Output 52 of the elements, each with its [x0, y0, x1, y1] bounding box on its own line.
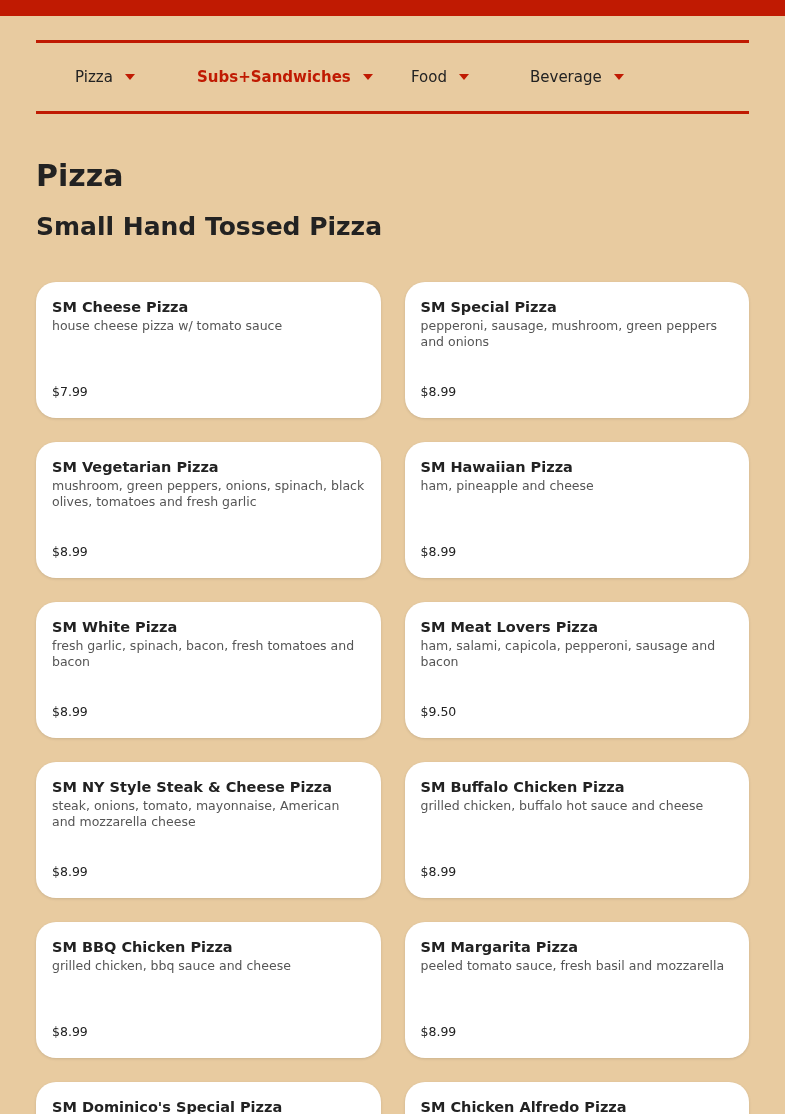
item-description: peeled tomato sauce, fresh basil and mozzarella [420, 958, 726, 974]
nav-tab[interactable]: Pizza [75, 65, 135, 89]
item-price: $9.50 [420, 703, 458, 722]
item-price: $8.99 [420, 863, 458, 882]
menu-item-card[interactable]: SM Special Pizza pepperoni, sausage, mushroom, green peppers and onions $8.99 [404, 282, 749, 418]
menu-item-card[interactable]: SM Margarita Pizza peeled tomato sauce, fresh basil and mozzarella $8.99 [404, 922, 749, 1058]
nav-tab[interactable]: Beverage [530, 65, 624, 89]
menu-item-card[interactable]: SM Vegetarian Pizza mushroom, green peppers, onions, spinach, black olives, tomatoes and fresh garlic $8.99 [36, 442, 381, 578]
menu-item-card[interactable]: SM Meat Lovers Pizza ham, salami, capicola, pepperoni, sausage and bacon $9.50 [404, 602, 749, 738]
caret-icon [459, 74, 469, 80]
item-description: grilled chicken, bbq sauce and cheese [52, 958, 292, 974]
item-price: $8.99 [52, 543, 89, 562]
menu-item-card[interactable]: SM Buffalo Chicken Pizza grilled chicken, buffalo hot sauce and cheese $8.99 [404, 762, 749, 898]
item-price: $7.99 [52, 383, 89, 402]
nav-tab[interactable]: Food [411, 65, 469, 89]
item-name: SM Special Pizza [420, 298, 558, 316]
item-name: SM Cheese Pizza [52, 298, 190, 316]
item-name: SM Meat Lovers Pizza [420, 618, 600, 636]
caret-icon [613, 74, 624, 80]
item-price: $8.99 [52, 703, 89, 722]
item-price: $8.99 [420, 1023, 458, 1042]
item-description: pepperoni, sausage, mushroom, green peppers and onions [420, 318, 719, 350]
item-name: SM Margarita Pizza [420, 938, 580, 956]
caret-icon [362, 74, 373, 80]
item-name: SM BBQ Chicken Pizza [52, 938, 234, 956]
menu-item-card[interactable]: SM White Pizza fresh garlic, spinach, bacon, fresh tomatoes and bacon $8.99 [36, 602, 381, 738]
menu-item-card[interactable]: SM Chicken Alfredo Pizza [404, 1082, 749, 1114]
item-name: SM Vegetarian Pizza [52, 458, 220, 476]
item-price: $8.99 [420, 543, 458, 562]
item-name: SM NY Style Steak & Cheese Pizza [52, 778, 334, 796]
item-description: ham, pineapple and cheese [420, 478, 595, 494]
item-description: grilled chicken, buffalo hot sauce and cheese [420, 798, 705, 814]
item-price: $8.99 [420, 383, 458, 402]
item-price: $8.99 [52, 1023, 89, 1042]
item-name: SM Buffalo Chicken Pizza [420, 778, 626, 796]
section-title: Pizza [36, 158, 125, 194]
item-description: steak, onions, tomato, mayonnaise, American and mozzarella cheese [52, 798, 341, 830]
item-description: ham, salami, capicola, pepperoni, sausage and bacon [420, 638, 717, 670]
nav-tab[interactable]: Subs+Sandwiches [197, 65, 373, 89]
item-name: SM Chicken Alfredo Pizza [420, 1098, 628, 1114]
menu-item-card[interactable]: SM Cheese Pizza house cheese pizza w/ tomato sauce $7.99 [36, 282, 381, 418]
menu-item-card[interactable]: SM BBQ Chicken Pizza grilled chicken, bbq sauce and cheese $8.99 [36, 922, 381, 1058]
caret-icon [124, 74, 135, 80]
item-description: fresh garlic, spinach, bacon, fresh tomatoes and bacon [52, 638, 356, 670]
item-price: $8.99 [52, 863, 89, 882]
item-name: SM Hawaiian Pizza [420, 458, 574, 476]
menu-item-card[interactable]: SM NY Style Steak & Cheese Pizza steak, onions, tomato, mayonnaise, American and mozzarella cheese $8.99 [36, 762, 381, 898]
item-name: SM White Pizza [52, 618, 179, 636]
menu-item-card[interactable]: SM Hawaiian Pizza ham, pineapple and cheese $8.99 [404, 442, 749, 578]
item-description: mushroom, green peppers, onions, spinach, black olives, tomatoes and fresh garlic [52, 478, 365, 510]
subsection-title: Small Hand Tossed Pizza [36, 212, 384, 242]
item-description: house cheese pizza w/ tomato sauce [52, 318, 284, 334]
